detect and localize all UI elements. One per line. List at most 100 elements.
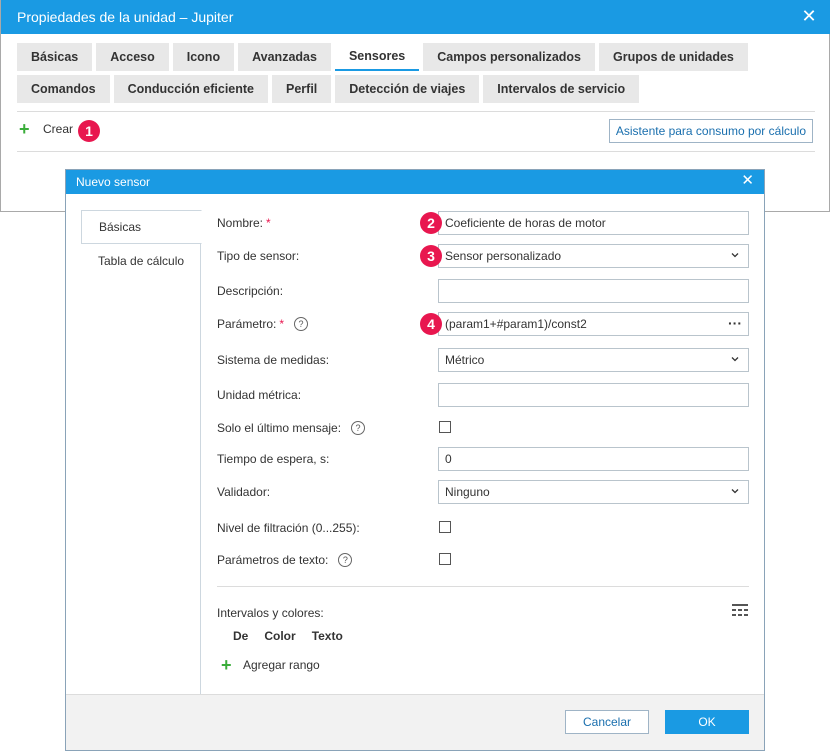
help-icon[interactable]: ? xyxy=(351,421,366,435)
step-badge-2: 2 xyxy=(420,212,442,234)
description-row: Descripción: xyxy=(217,279,749,303)
sensor-type-value: Sensor personalizado xyxy=(445,249,562,263)
side-tab-tabla-de-calculo[interactable]: Tabla de cálculo xyxy=(81,244,200,278)
column-texto: Texto xyxy=(311,629,343,643)
units-label: Sistema de medidas: xyxy=(217,353,330,367)
last-message-row: Solo el último mensaje: ? xyxy=(217,416,749,440)
help-icon[interactable]: ? xyxy=(294,317,309,331)
filter-level-row: Nivel de filtración (0...255): xyxy=(217,516,749,540)
required-mark: * xyxy=(266,216,271,230)
ranges-columns: De Color Texto xyxy=(233,629,343,643)
divider xyxy=(217,586,749,587)
close-icon[interactable]: ✕ xyxy=(741,173,754,189)
validator-select[interactable]: Ninguno xyxy=(438,480,749,504)
step-badge-4: 4 xyxy=(420,313,442,335)
text-params-checkbox[interactable] xyxy=(439,553,451,565)
validator-label: Validador: xyxy=(217,485,271,499)
name-field[interactable]: Coeficiente de horas de motor xyxy=(438,211,749,235)
dialog-side-nav: Básicas Tabla de cálculo xyxy=(81,210,202,694)
tab-campos-personalizados[interactable]: Campos personalizados xyxy=(423,43,596,71)
description-field[interactable] xyxy=(438,279,749,303)
units-value: Métrico xyxy=(445,353,485,367)
create-label: Crear xyxy=(43,122,74,136)
validator-row: Validador: Ninguno xyxy=(217,480,749,504)
text-params-label: Parámetros de texto: ? xyxy=(217,553,353,567)
timeout-field[interactable]: 0 xyxy=(438,447,749,471)
type-label: Tipo de sensor: xyxy=(217,249,300,263)
tab-intervalos-de-servicio[interactable]: Intervalos de servicio xyxy=(483,75,640,103)
last-message-label-text: Solo el último mensaje: xyxy=(217,421,342,435)
chevron-down-icon xyxy=(731,489,739,494)
name-label: Nombre: * xyxy=(217,216,271,230)
parameter-value: (param1+#param1)/const2 xyxy=(445,317,587,331)
tab-deteccion-de-viajes[interactable]: Detección de viajes xyxy=(335,75,480,103)
name-row: Nombre: * Coeficiente de horas de motor … xyxy=(217,211,749,235)
consumption-wizard-button[interactable]: Asistente para consumo por cálculo xyxy=(608,119,813,143)
ranges-label: Intervalos y colores: xyxy=(217,606,324,620)
text-params-row: Parámetros de texto: ? xyxy=(217,548,749,572)
tab-row-1: Básicas Acceso Icono Avanzadas Sensores … xyxy=(17,43,817,71)
chevron-down-icon xyxy=(731,357,739,362)
last-message-checkbox[interactable] xyxy=(439,421,451,433)
dialog-title: Nuevo sensor xyxy=(76,175,151,189)
window-title: Propiedades de la unidad – Jupiter xyxy=(17,9,234,25)
validator-value: Ninguno xyxy=(445,485,490,499)
required-mark: * xyxy=(279,317,285,331)
ok-button[interactable]: OK xyxy=(665,710,749,734)
dialog-footer: Cancelar OK xyxy=(66,694,764,750)
timeout-row: Tiempo de espera, s: 0 xyxy=(217,447,749,471)
plus-icon: + xyxy=(19,119,30,139)
tab-icono[interactable]: Icono xyxy=(172,43,235,71)
cancel-button[interactable]: Cancelar xyxy=(565,710,649,734)
parameter-label: Parámetro: * ? xyxy=(217,317,309,331)
metric-unit-row: Unidad métrica: xyxy=(217,383,749,407)
step-badge-1: 1 xyxy=(78,120,100,142)
add-range-label: Agregar rango xyxy=(243,658,320,672)
parameter-field[interactable]: (param1+#param1)/const2 ··· xyxy=(438,312,749,336)
side-tab-basicas[interactable]: Básicas xyxy=(81,210,202,244)
metric-unit-field[interactable] xyxy=(438,383,749,407)
filter-level-checkbox[interactable] xyxy=(439,521,451,533)
parameter-label-text: Parámetro: xyxy=(217,317,277,331)
add-range-button[interactable]: + Agregar rango xyxy=(221,655,320,675)
plus-icon: + xyxy=(221,655,232,675)
tab-acceso[interactable]: Acceso xyxy=(96,43,169,71)
units-select[interactable]: Métrico xyxy=(438,348,749,372)
units-row: Sistema de medidas: Métrico xyxy=(217,348,749,372)
type-row: Tipo de sensor: Sensor personalizado 3 xyxy=(217,244,749,268)
divider xyxy=(17,151,815,152)
tab-comandos[interactable]: Comandos xyxy=(17,75,110,103)
help-icon[interactable]: ? xyxy=(338,553,353,567)
chevron-down-icon xyxy=(731,253,739,258)
dialog-title-bar: Nuevo sensor ✕ xyxy=(66,170,764,194)
description-label: Descripción: xyxy=(217,284,284,298)
tab-avanzadas[interactable]: Avanzadas xyxy=(238,43,331,71)
text-params-label-text: Parámetros de texto: xyxy=(217,553,329,567)
tab-sensores[interactable]: Sensores xyxy=(334,43,420,71)
tab-bar: Básicas Acceso Icono Avanzadas Sensores … xyxy=(17,43,817,107)
tab-perfil[interactable]: Perfil xyxy=(272,75,332,103)
filter-level-label: Nivel de filtración (0...255): xyxy=(217,521,360,535)
column-de: De xyxy=(233,629,249,643)
parameter-row: Parámetro: * ? (param1+#param1)/const2 ·… xyxy=(217,312,749,336)
divider xyxy=(17,111,815,112)
close-icon[interactable]: ✕ xyxy=(799,6,819,26)
tab-row-2: Comandos Conducción eficiente Perfil Det… xyxy=(17,75,817,103)
tab-conduccion-eficiente[interactable]: Conducción eficiente xyxy=(113,75,268,103)
metric-unit-label: Unidad métrica: xyxy=(217,388,302,402)
timeout-label: Tiempo de espera, s: xyxy=(217,452,330,466)
name-value: Coeficiente de horas de motor xyxy=(445,216,606,230)
last-message-label: Solo el último mensaje: ? xyxy=(217,421,366,435)
sensor-type-select[interactable]: Sensor personalizado xyxy=(438,244,749,268)
column-color: Color xyxy=(264,629,296,643)
window-title-bar: Propiedades de la unidad – Jupiter ✕ xyxy=(1,0,830,34)
step-badge-3: 3 xyxy=(420,245,442,267)
ellipsis-icon[interactable]: ··· xyxy=(728,315,742,331)
new-sensor-dialog: Nuevo sensor ✕ Básicas Tabla de cálculo … xyxy=(65,169,765,751)
create-sensor-button[interactable]: + Crear xyxy=(19,119,74,139)
tab-grupos-de-unidades[interactable]: Grupos de unidades xyxy=(599,43,748,71)
name-label-text: Nombre: xyxy=(217,216,264,230)
tab-basicas[interactable]: Básicas xyxy=(17,43,93,71)
table-settings-icon[interactable] xyxy=(731,603,749,617)
timeout-value: 0 xyxy=(445,452,452,466)
